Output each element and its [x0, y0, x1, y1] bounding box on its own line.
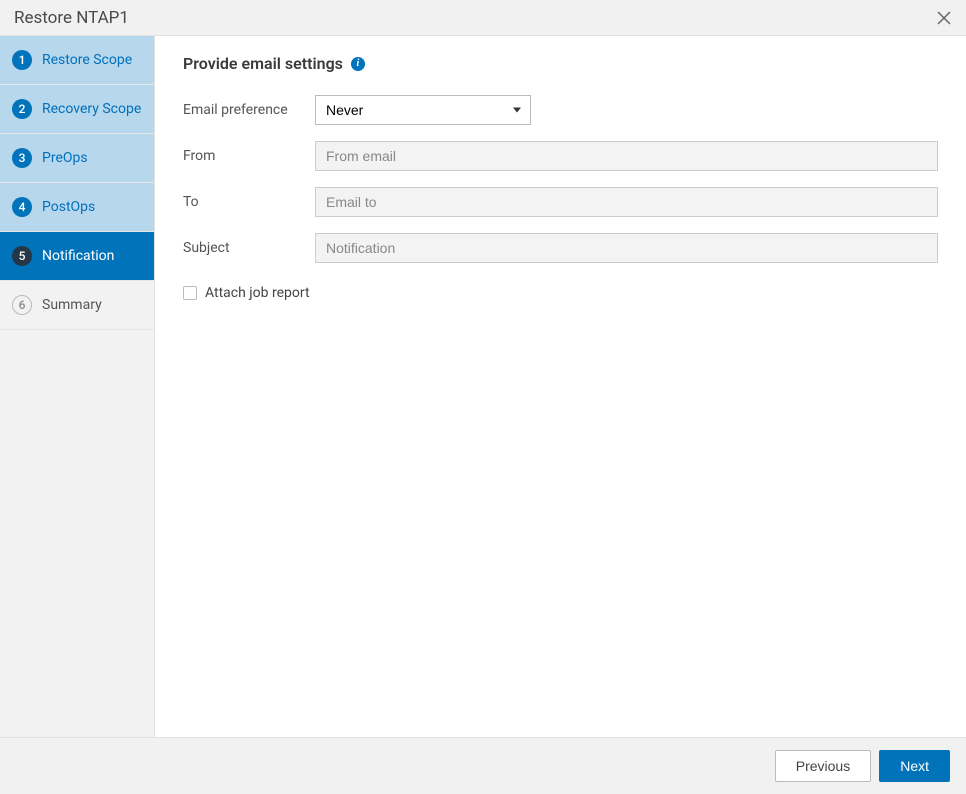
input-from[interactable] [315, 141, 938, 171]
step-label: Summary [42, 297, 102, 313]
step-number: 5 [12, 246, 32, 266]
label-from: From [183, 148, 315, 164]
select-email-preference-wrap: Never [315, 95, 531, 125]
step-number: 6 [12, 295, 32, 315]
step-number: 4 [12, 197, 32, 217]
label-email-preference: Email preference [183, 102, 315, 118]
form-row-email-preference: Email preference Never [183, 95, 938, 125]
label-to: To [183, 194, 315, 210]
section-heading-text: Provide email settings [183, 54, 343, 73]
sidebar-item-summary[interactable]: 6 Summary [0, 281, 154, 330]
step-label: PostOps [42, 199, 95, 215]
label-subject: Subject [183, 240, 315, 256]
form-row-to: To [183, 187, 938, 217]
sidebar-item-postops[interactable]: 4 PostOps [0, 183, 154, 232]
close-icon[interactable] [936, 10, 952, 26]
sidebar-item-restore-scope[interactable]: 1 Restore Scope [0, 36, 154, 85]
dialog-title: Restore NTAP1 [14, 8, 129, 28]
form-row-subject: Subject [183, 233, 938, 263]
wizard-sidebar: 1 Restore Scope 2 Recovery Scope 3 PreOp… [0, 36, 155, 737]
checkbox-attach-job-report[interactable] [183, 286, 197, 300]
dialog-footer: Previous Next [0, 737, 966, 794]
dialog-header: Restore NTAP1 [0, 0, 966, 36]
dialog-body: 1 Restore Scope 2 Recovery Scope 3 PreOp… [0, 36, 966, 737]
select-email-preference[interactable]: Never [315, 95, 531, 125]
sidebar-item-notification[interactable]: 5 Notification [0, 232, 154, 281]
info-icon[interactable]: i [351, 57, 365, 71]
step-label: Restore Scope [42, 52, 132, 68]
step-label: PreOps [42, 150, 88, 166]
form-row-from: From [183, 141, 938, 171]
input-to[interactable] [315, 187, 938, 217]
section-heading: Provide email settings i [183, 54, 938, 73]
wizard-content: Provide email settings i Email preferenc… [155, 36, 966, 737]
label-attach-job-report[interactable]: Attach job report [205, 285, 310, 301]
step-number: 3 [12, 148, 32, 168]
previous-button[interactable]: Previous [775, 750, 871, 782]
step-number: 1 [12, 50, 32, 70]
sidebar-item-preops[interactable]: 3 PreOps [0, 134, 154, 183]
sidebar-item-recovery-scope[interactable]: 2 Recovery Scope [0, 85, 154, 134]
input-subject[interactable] [315, 233, 938, 263]
step-label: Recovery Scope [42, 101, 141, 117]
next-button[interactable]: Next [879, 750, 950, 782]
form-row-attach-job-report: Attach job report [183, 285, 938, 301]
step-label: Notification [42, 248, 114, 264]
step-number: 2 [12, 99, 32, 119]
